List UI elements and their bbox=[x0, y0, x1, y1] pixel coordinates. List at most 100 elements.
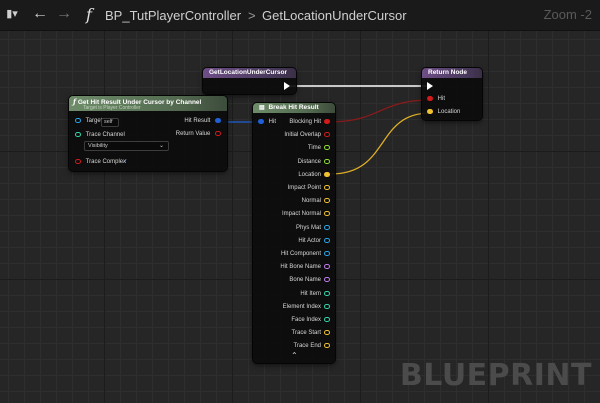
hit-return-wire bbox=[328, 99, 431, 123]
pin-label: Hit Result bbox=[184, 118, 211, 125]
output-pin-icon bbox=[324, 343, 330, 349]
location-wire bbox=[330, 112, 431, 175]
target-pin[interactable]: Target bbox=[75, 118, 102, 124]
node-subtitle: Target is Player Controller bbox=[83, 105, 141, 111]
output-pin-icon bbox=[324, 198, 330, 204]
output-pin-icon bbox=[324, 251, 330, 256]
node-header: ▤ Break Hit Result bbox=[253, 103, 335, 113]
struct-pin-icon bbox=[215, 118, 221, 123]
break-output-pin[interactable]: Time bbox=[308, 145, 330, 151]
target-value-field[interactable]: self bbox=[101, 118, 119, 127]
chevron-down-icon: ⌄ bbox=[158, 143, 164, 149]
output-pin-icon bbox=[324, 290, 330, 296]
break-output-pin[interactable]: Impact Normal bbox=[282, 211, 330, 217]
trace-channel-pin[interactable]: Trace Channel bbox=[75, 132, 125, 138]
hit-result-out-pin[interactable]: Hit Result bbox=[184, 118, 221, 124]
function-entry-node[interactable]: GetLocationUnderCursor bbox=[203, 68, 296, 94]
pin-label: Location bbox=[437, 109, 461, 116]
function-icon: ƒ bbox=[73, 97, 77, 106]
pin-label: Hit Component bbox=[280, 251, 321, 258]
pin-label: Initial Overlap bbox=[284, 132, 321, 139]
trace-channel-dropdown[interactable]: Visibility ⌄ bbox=[84, 141, 169, 151]
dropdown-value: Visibility bbox=[88, 143, 108, 149]
break-output-pin[interactable]: Bone Name bbox=[289, 277, 330, 283]
output-pin-icon bbox=[324, 303, 330, 309]
node-title: Return Node bbox=[422, 68, 482, 78]
pin-label: Phys Mat bbox=[295, 224, 321, 231]
break-output-pin[interactable]: Hit Component bbox=[281, 251, 330, 257]
break-output-pin[interactable]: Element Index bbox=[282, 303, 330, 310]
bool-pin-icon bbox=[75, 159, 81, 164]
pin-label: Trace End bbox=[293, 343, 321, 350]
output-pin-icon bbox=[324, 330, 330, 336]
return-location-pin[interactable]: Location bbox=[427, 109, 460, 115]
pin-label: Trace Start bbox=[291, 330, 321, 337]
pin-label: Target bbox=[85, 118, 103, 125]
pin-label: Hit bbox=[268, 119, 277, 126]
pin-label: Element Index bbox=[282, 303, 321, 310]
break-output-pin[interactable]: Trace Start bbox=[292, 330, 330, 336]
vector-pin-icon bbox=[427, 109, 433, 114]
output-pin-icon bbox=[324, 171, 330, 177]
object-pin-icon bbox=[75, 118, 81, 123]
pin-label: Time bbox=[307, 145, 321, 152]
node-title: GetLocationUnderCursor bbox=[203, 68, 296, 78]
output-pin-icon bbox=[324, 277, 330, 283]
output-pin-icon bbox=[324, 185, 330, 190]
break-output-pin[interactable]: Trace End bbox=[294, 343, 330, 349]
pin-label: Trace Channel bbox=[85, 132, 125, 139]
pin-label: Hit bbox=[437, 96, 446, 103]
bool-pin-icon bbox=[427, 96, 433, 101]
return-hit-pin[interactable]: Hit bbox=[427, 96, 445, 102]
pin-label: Hit Item bbox=[300, 290, 321, 297]
output-pin-icon bbox=[324, 158, 330, 164]
pin-label: Face Index bbox=[291, 317, 321, 324]
pin-label: Hit Actor bbox=[298, 237, 321, 244]
output-pin-icon bbox=[324, 237, 330, 243]
node-title: Break Hit Result bbox=[268, 104, 319, 111]
byte-pin-icon bbox=[75, 132, 81, 137]
output-pin-icon bbox=[324, 317, 330, 322]
node-header: ƒ Get Hit Result Under Cursor by Channel… bbox=[69, 96, 227, 111]
break-hit-result-node[interactable]: ▤ Break Hit Result Hit Blocking Hit Initi… bbox=[253, 103, 335, 363]
break-output-pin[interactable]: Hit Item bbox=[300, 290, 330, 297]
output-pin-icon bbox=[324, 264, 330, 270]
pin-label: Bone Name bbox=[289, 277, 321, 284]
pin-label: Hit Bone Name bbox=[280, 264, 321, 271]
pin-label: Impact Point bbox=[287, 185, 321, 192]
chevron-up-icon[interactable]: ⌃ bbox=[291, 351, 298, 360]
break-output-pin[interactable]: Blocking Hit bbox=[289, 119, 330, 125]
pin-label: Impact Normal bbox=[281, 211, 321, 218]
break-output-pin[interactable]: Normal bbox=[302, 198, 330, 204]
break-output-pin[interactable]: Hit Bone Name bbox=[280, 264, 330, 270]
hit-in-pin[interactable]: Hit bbox=[258, 119, 276, 125]
bool-pin-icon bbox=[215, 131, 221, 136]
output-pin-icon bbox=[324, 211, 330, 217]
pin-label: Distance bbox=[297, 158, 321, 165]
break-output-pin[interactable]: Location bbox=[298, 171, 330, 178]
break-output-pin[interactable]: Hit Actor bbox=[298, 237, 330, 244]
return-node[interactable]: Return Node Hit Location bbox=[422, 68, 482, 120]
exec-out-pin[interactable] bbox=[284, 82, 290, 90]
break-struct-icon: ▤ bbox=[259, 105, 265, 111]
break-output-pin[interactable]: Distance bbox=[297, 158, 330, 165]
output-pin-icon bbox=[324, 224, 330, 230]
pin-label: Blocking Hit bbox=[289, 119, 321, 126]
output-pin-icon bbox=[324, 145, 330, 151]
trace-complex-pin[interactable]: Trace Complex bbox=[75, 159, 126, 165]
break-output-pin[interactable]: Phys Mat bbox=[295, 224, 330, 231]
pin-label: Trace Complex bbox=[85, 159, 127, 166]
pin-label: Location bbox=[298, 171, 321, 178]
break-output-pin[interactable]: Face Index bbox=[291, 317, 330, 323]
trace-complex-checkbox[interactable]: ✓ bbox=[122, 159, 128, 165]
output-pin-icon bbox=[324, 119, 330, 124]
pin-label: Return Value bbox=[175, 131, 211, 138]
pin-label: Normal bbox=[301, 198, 321, 205]
break-output-pin[interactable]: Impact Point bbox=[288, 185, 330, 191]
struct-pin-icon bbox=[258, 119, 264, 124]
return-value-out-pin[interactable]: Return Value bbox=[176, 131, 221, 137]
output-pin-icon bbox=[324, 132, 330, 138]
exec-in-pin[interactable] bbox=[427, 82, 433, 90]
break-output-pin[interactable]: Initial Overlap bbox=[284, 132, 330, 138]
get-hit-result-node[interactable]: ƒ Get Hit Result Under Cursor by Channel… bbox=[69, 96, 227, 171]
